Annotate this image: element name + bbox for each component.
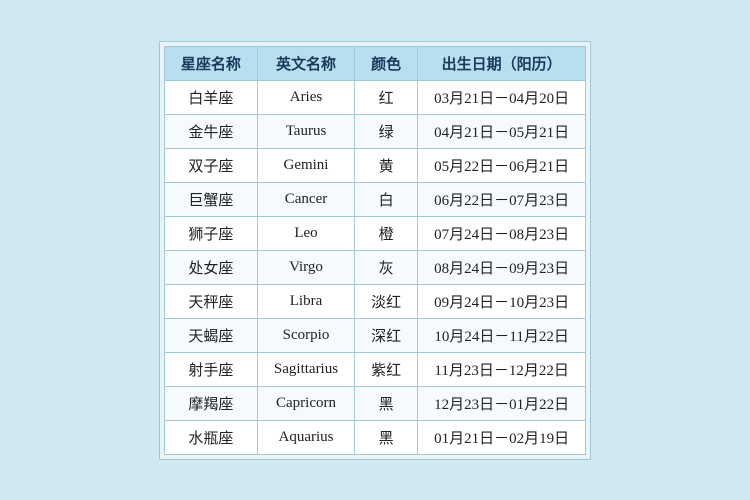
cell-date: 07月24日－08月23日 xyxy=(418,216,586,250)
cell-chinese: 摩羯座 xyxy=(164,386,257,420)
table-header-row: 星座名称 英文名称 颜色 出生日期（阳历） xyxy=(164,46,585,80)
table-row: 射手座Sagittarius紫红11月23日－12月22日 xyxy=(164,352,585,386)
cell-color: 黑 xyxy=(355,420,418,454)
cell-date: 04月21日－05月21日 xyxy=(418,114,586,148)
cell-english: Aries xyxy=(257,80,354,114)
cell-color: 黄 xyxy=(355,148,418,182)
cell-english: Cancer xyxy=(257,182,354,216)
col-header-english: 英文名称 xyxy=(257,46,354,80)
cell-chinese: 巨蟹座 xyxy=(164,182,257,216)
table-row: 白羊座Aries红03月21日－04月20日 xyxy=(164,80,585,114)
cell-date: 11月23日－12月22日 xyxy=(418,352,586,386)
cell-date: 06月22日－07月23日 xyxy=(418,182,586,216)
cell-chinese: 白羊座 xyxy=(164,80,257,114)
col-header-color: 颜色 xyxy=(355,46,418,80)
cell-english: Taurus xyxy=(257,114,354,148)
cell-chinese: 双子座 xyxy=(164,148,257,182)
table-row: 金牛座Taurus绿04月21日－05月21日 xyxy=(164,114,585,148)
cell-english: Capricorn xyxy=(257,386,354,420)
cell-date: 03月21日－04月20日 xyxy=(418,80,586,114)
cell-english: Leo xyxy=(257,216,354,250)
cell-date: 05月22日－06月21日 xyxy=(418,148,586,182)
cell-date: 01月21日－02月19日 xyxy=(418,420,586,454)
table-row: 双子座Gemini黄05月22日－06月21日 xyxy=(164,148,585,182)
cell-english: Gemini xyxy=(257,148,354,182)
cell-chinese: 处女座 xyxy=(164,250,257,284)
col-header-chinese: 星座名称 xyxy=(164,46,257,80)
cell-date: 10月24日－11月22日 xyxy=(418,318,586,352)
cell-date: 09月24日－10月23日 xyxy=(418,284,586,318)
cell-chinese: 天蝎座 xyxy=(164,318,257,352)
cell-color: 紫红 xyxy=(355,352,418,386)
zodiac-table: 星座名称 英文名称 颜色 出生日期（阳历） 白羊座Aries红03月21日－04… xyxy=(164,46,586,455)
cell-english: Sagittarius xyxy=(257,352,354,386)
cell-color: 淡红 xyxy=(355,284,418,318)
cell-color: 红 xyxy=(355,80,418,114)
col-header-date: 出生日期（阳历） xyxy=(418,46,586,80)
table-row: 摩羯座Capricorn黑12月23日－01月22日 xyxy=(164,386,585,420)
cell-english: Aquarius xyxy=(257,420,354,454)
cell-chinese: 水瓶座 xyxy=(164,420,257,454)
cell-english: Virgo xyxy=(257,250,354,284)
cell-english: Scorpio xyxy=(257,318,354,352)
table-row: 天蝎座Scorpio深红10月24日－11月22日 xyxy=(164,318,585,352)
cell-color: 橙 xyxy=(355,216,418,250)
cell-date: 12月23日－01月22日 xyxy=(418,386,586,420)
cell-chinese: 金牛座 xyxy=(164,114,257,148)
table-row: 水瓶座Aquarius黑01月21日－02月19日 xyxy=(164,420,585,454)
cell-color: 深红 xyxy=(355,318,418,352)
table-row: 处女座Virgo灰08月24日－09月23日 xyxy=(164,250,585,284)
table-row: 狮子座Leo橙07月24日－08月23日 xyxy=(164,216,585,250)
cell-english: Libra xyxy=(257,284,354,318)
cell-color: 绿 xyxy=(355,114,418,148)
cell-color: 白 xyxy=(355,182,418,216)
zodiac-table-container: 星座名称 英文名称 颜色 出生日期（阳历） 白羊座Aries红03月21日－04… xyxy=(159,41,591,460)
cell-chinese: 天秤座 xyxy=(164,284,257,318)
cell-date: 08月24日－09月23日 xyxy=(418,250,586,284)
cell-color: 黑 xyxy=(355,386,418,420)
cell-color: 灰 xyxy=(355,250,418,284)
table-row: 天秤座Libra淡红09月24日－10月23日 xyxy=(164,284,585,318)
cell-chinese: 射手座 xyxy=(164,352,257,386)
table-row: 巨蟹座Cancer白06月22日－07月23日 xyxy=(164,182,585,216)
cell-chinese: 狮子座 xyxy=(164,216,257,250)
